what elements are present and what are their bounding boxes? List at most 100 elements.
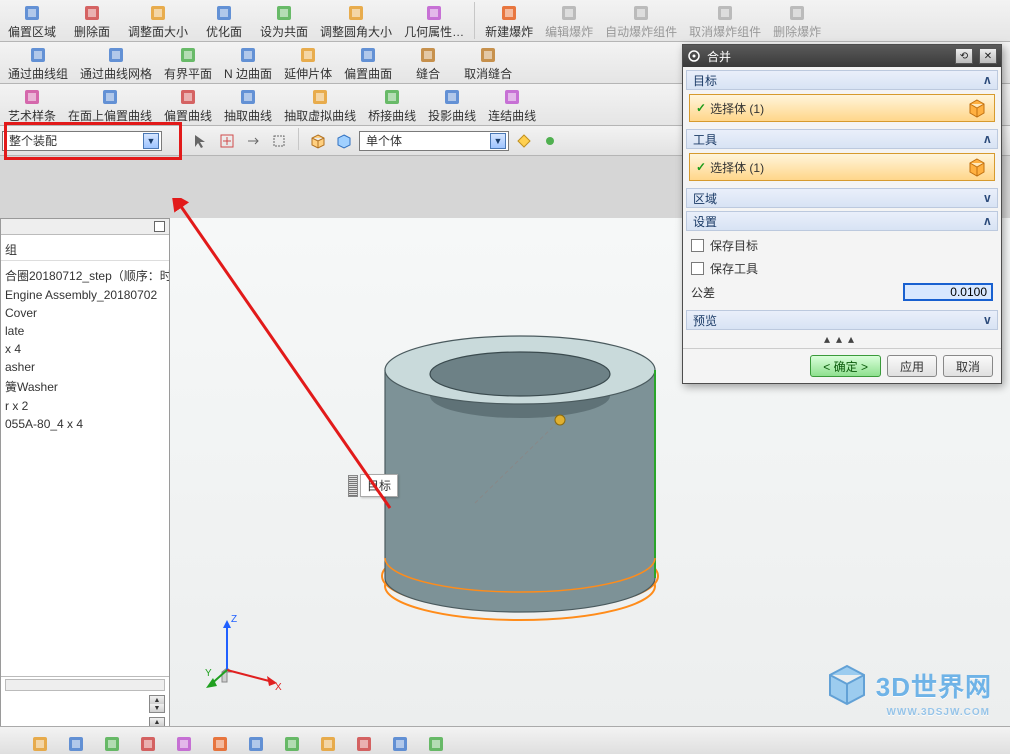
tb-cube-icon[interactable] bbox=[307, 130, 329, 152]
unexplode-button: 取消爆炸组件 bbox=[683, 0, 767, 41]
spinner-1[interactable]: ▲▼ bbox=[149, 695, 165, 713]
through-curves-button[interactable]: 通过曲线组 bbox=[2, 42, 74, 83]
auto-explode-button: 自动爆炸组件 bbox=[599, 0, 683, 41]
extract-virtual-button[interactable]: 抽取虚拟曲线 bbox=[278, 84, 362, 125]
body-icon[interactable] bbox=[966, 156, 988, 178]
tb-arrow-icon[interactable] bbox=[242, 130, 264, 152]
tree-item[interactable]: Cover bbox=[5, 304, 165, 322]
tb-dot-icon[interactable] bbox=[539, 130, 561, 152]
close-button[interactable]: ✕ bbox=[979, 48, 997, 64]
project-curve-button[interactable]: 投影曲线 bbox=[422, 84, 482, 125]
sew-button[interactable]: 缝合 bbox=[398, 42, 458, 83]
bottom-tool-7[interactable] bbox=[282, 734, 300, 748]
unexplode-icon bbox=[714, 2, 736, 24]
bottom-tool-2[interactable] bbox=[102, 734, 120, 748]
bottom-tool-1[interactable] bbox=[66, 734, 84, 748]
panel-checkbox[interactable] bbox=[154, 221, 165, 232]
bridge-curve-button[interactable]: 桥接曲线 bbox=[362, 84, 422, 125]
geom-props-icon bbox=[423, 2, 445, 24]
collapse-icon: ʌ bbox=[984, 132, 991, 146]
bottom-tool-4[interactable] bbox=[174, 734, 192, 748]
bottom-tool-6[interactable] bbox=[246, 734, 264, 748]
blend-resize-icon bbox=[345, 2, 367, 24]
bounded-plane-button[interactable]: 有界平面 bbox=[158, 42, 218, 83]
tree-item[interactable]: 055A-80_4 x 4 bbox=[5, 415, 165, 433]
pin-button[interactable]: ⟲ bbox=[955, 48, 973, 64]
sew-icon bbox=[417, 44, 439, 66]
type-filter-dropdown[interactable]: 单个体 ▼ bbox=[359, 131, 509, 151]
curve-mesh-button[interactable]: 通过曲线网格 bbox=[74, 42, 158, 83]
apply-button[interactable]: 应用 bbox=[887, 355, 937, 377]
tree-item[interactable]: 合圈20180712_step（顺序：时间 bbox=[5, 265, 165, 286]
delete-face-button[interactable]: 删除面 bbox=[62, 0, 122, 41]
section-region-header[interactable]: 区域v bbox=[686, 188, 998, 208]
tree-item[interactable]: Engine Assembly_20180702 bbox=[5, 286, 165, 304]
tree-column-header: 组 bbox=[1, 235, 169, 261]
svg-text:Z: Z bbox=[231, 614, 237, 625]
section-target-header[interactable]: 目标ʌ bbox=[686, 70, 998, 90]
collapse-icon: ʌ bbox=[984, 73, 991, 87]
section-preview-header[interactable]: 预览v bbox=[686, 310, 998, 330]
extract-curve-button[interactable]: 抽取曲线 bbox=[218, 84, 278, 125]
bottom-tool-3[interactable] bbox=[138, 734, 156, 748]
tb-cube2-icon[interactable] bbox=[333, 130, 355, 152]
offset-curve-button[interactable]: 偏置曲线 bbox=[158, 84, 218, 125]
edit-explode-button: 编辑爆炸 bbox=[539, 0, 599, 41]
watermark-text: 3D世界网 bbox=[876, 667, 992, 704]
n-sided-button[interactable]: N 边曲面 bbox=[218, 42, 278, 83]
grip-icon[interactable] bbox=[348, 475, 358, 497]
slider-track[interactable] bbox=[5, 679, 165, 691]
tree-item[interactable]: late bbox=[5, 322, 165, 340]
bottom-tool-5[interactable] bbox=[210, 734, 228, 748]
unsew-button[interactable]: 取消缝合 bbox=[458, 42, 518, 83]
cancel-button[interactable]: 取消 bbox=[943, 355, 993, 377]
tool-selection-row[interactable]: ✓ 选择体 (1) bbox=[689, 153, 995, 181]
bottom-tool-10[interactable] bbox=[390, 734, 408, 748]
tree-item[interactable]: 簧Washer bbox=[5, 376, 165, 397]
tree-item[interactable]: asher bbox=[5, 358, 165, 376]
ok-button[interactable]: < 确定 > bbox=[810, 355, 881, 377]
section-settings-header[interactable]: 设置ʌ bbox=[686, 211, 998, 231]
resize-face-icon bbox=[147, 2, 169, 24]
check-icon: ✓ bbox=[696, 101, 706, 115]
collapse-icon: ʌ bbox=[984, 214, 991, 228]
bottom-tool-8[interactable] bbox=[318, 734, 336, 748]
target-selection-row[interactable]: ✓ 选择体 (1) bbox=[689, 94, 995, 122]
dialog-titlebar[interactable]: 合并 ⟲ ✕ bbox=[683, 45, 1001, 67]
offset-surface-button[interactable]: 偏置曲面 bbox=[338, 42, 398, 83]
studio-spline-button[interactable]: 艺术样条 bbox=[2, 84, 62, 125]
extend-sheet-icon bbox=[297, 44, 319, 66]
resize-face-button[interactable]: 调整面大小 bbox=[122, 0, 194, 41]
body-icon[interactable] bbox=[966, 97, 988, 119]
bottom-tool-9[interactable] bbox=[354, 734, 372, 748]
n-sided-icon bbox=[237, 44, 259, 66]
section-tool-header[interactable]: 工具ʌ bbox=[686, 129, 998, 149]
dropdown-arrow-icon: ▼ bbox=[143, 133, 159, 149]
offset-on-face-button[interactable]: 在面上偏置曲线 bbox=[62, 84, 158, 125]
expand-handle[interactable]: ▴▴▴ bbox=[683, 330, 1001, 348]
tree-item[interactable]: x 4 bbox=[5, 340, 165, 358]
panel-header bbox=[1, 219, 169, 235]
extend-sheet-button[interactable]: 延伸片体 bbox=[278, 42, 338, 83]
checkbox-icon bbox=[691, 239, 704, 252]
tolerance-input[interactable]: 0.0100 bbox=[903, 283, 993, 301]
blend-resize-button[interactable]: 调整圆角大小 bbox=[314, 0, 398, 41]
bottom-tool-0[interactable] bbox=[30, 734, 48, 748]
optimize-face-button[interactable]: 优化面 bbox=[194, 0, 254, 41]
tb-select-icon[interactable] bbox=[268, 130, 290, 152]
expand-icon: v bbox=[984, 191, 991, 205]
assembly-filter-dropdown[interactable]: 整个装配 ▼ bbox=[2, 131, 162, 151]
geom-props-button[interactable]: 几何属性… bbox=[398, 0, 470, 41]
keep-tool-checkbox[interactable]: 保存工具 bbox=[691, 260, 993, 277]
offset-region-button[interactable]: 偏置区域 bbox=[2, 0, 62, 41]
tb-diamond-icon[interactable] bbox=[513, 130, 535, 152]
new-explode-button[interactable]: 新建爆炸 bbox=[479, 0, 539, 41]
view-triad[interactable]: Z X Y bbox=[205, 604, 295, 694]
join-curve-button[interactable]: 连结曲线 bbox=[482, 84, 542, 125]
bottom-tool-11[interactable] bbox=[426, 734, 444, 748]
tb-cursor-icon[interactable] bbox=[190, 130, 212, 152]
tb-plus-icon[interactable] bbox=[216, 130, 238, 152]
tree-item[interactable]: r x 2 bbox=[5, 397, 165, 415]
coplanar-button[interactable]: 设为共面 bbox=[254, 0, 314, 41]
keep-target-checkbox[interactable]: 保存目标 bbox=[691, 237, 993, 254]
